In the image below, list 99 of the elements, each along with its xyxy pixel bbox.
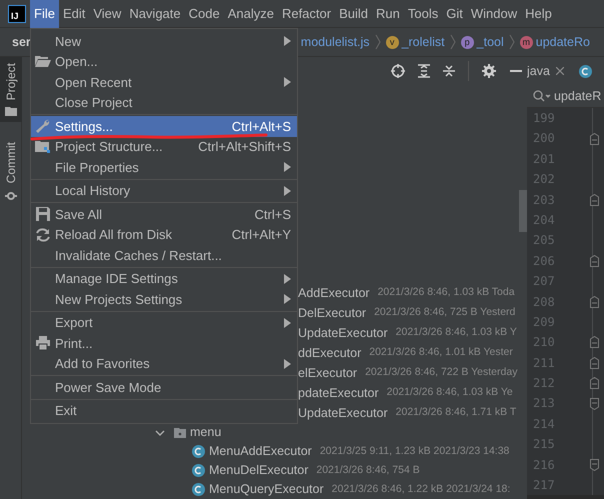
- breadcrumb-link[interactable]: _tool: [476, 32, 504, 52]
- menu-bar-item[interactable]: Window: [466, 0, 522, 28]
- fold-icon: [590, 194, 599, 206]
- fold-icon: [590, 296, 599, 308]
- symbol-badge: m: [520, 36, 533, 48]
- menu-item[interactable]: Project Structure... Ctrl+Alt+Shift+S: [31, 136, 297, 157]
- class-icon: [192, 464, 205, 477]
- shortcut-label: Ctrl+Alt+S: [232, 118, 291, 136]
- class-icon: [192, 445, 205, 458]
- collapse-all-icon: [443, 64, 455, 78]
- fold-icon: [590, 377, 599, 390]
- menu-item[interactable]: File Properties: [31, 157, 297, 178]
- menu-item[interactable]: Exit: [31, 400, 297, 421]
- fold-icon: [590, 458, 599, 471]
- file-details: 2021/3/26 8:46, 1.03 kB Y: [396, 325, 517, 340]
- expand-all-icon: [418, 64, 430, 78]
- menu-bar-item[interactable]: Git: [442, 0, 467, 28]
- menu-bar-item[interactable]: Build: [335, 0, 372, 28]
- shortcut-label: Ctrl+Alt+Shift+S: [198, 138, 291, 156]
- save-icon: [35, 206, 51, 222]
- menu-item[interactable]: Close Project: [31, 92, 297, 113]
- menu-item[interactable]: Power Save Mode: [31, 377, 297, 398]
- menu-bar-item[interactable]: File: [30, 0, 59, 28]
- fold-icon: [590, 398, 599, 410]
- settings-icon: [482, 64, 496, 78]
- tree-item-name[interactable]: ddExecutor: [298, 344, 362, 362]
- fold-icon: [590, 132, 599, 145]
- file-details: 2021/3/25 9:11, 1.23 kB 2021/3/23 14:38: [320, 444, 510, 459]
- tree-item-name[interactable]: MenuDelExecutor: [209, 461, 308, 480]
- menu-bar-item[interactable]: Edit: [58, 0, 90, 28]
- shortcut-label: Ctrl+Alt+Y: [232, 226, 291, 244]
- tree-item-name[interactable]: menu: [190, 423, 222, 442]
- menu-item[interactable]: Print...: [31, 333, 297, 354]
- menu-item[interactable]: Invalidate Caches / Restart...: [31, 245, 297, 266]
- file-details: 2021/3/26 8:46, 1.03 kB Ye: [386, 385, 513, 400]
- menu-item[interactable]: New Projects Settings: [31, 289, 297, 310]
- menu-item[interactable]: Local History: [31, 180, 297, 201]
- class-icon: [192, 483, 205, 496]
- tree-item-name[interactable]: UpdateExecutor: [298, 404, 388, 422]
- file-details: 2021/3/26 8:46, 1.71 kB T: [396, 405, 516, 420]
- menu-item[interactable]: Settings... Ctrl+Alt+S: [31, 116, 297, 136]
- chevron-icon: [374, 34, 381, 50]
- tree-item-name[interactable]: AddExecutor: [298, 284, 370, 302]
- chevron-icon: [508, 34, 515, 50]
- close-icon: [556, 67, 564, 75]
- menu-bar-item[interactable]: Tools: [404, 0, 442, 28]
- menu-bar-item[interactable]: Analyze: [224, 0, 278, 28]
- breadcrumb-link[interactable]: updateRo: [536, 32, 590, 52]
- menu-bar-item[interactable]: Code: [184, 0, 224, 28]
- tool-window-tab[interactable]: Project: [0, 57, 22, 122]
- fold-icon: [590, 336, 599, 348]
- symbol-badge: p: [460, 36, 474, 48]
- fold-icon: [590, 356, 599, 369]
- menu-item[interactable]: New: [31, 31, 297, 52]
- app-logo: IJ: [8, 4, 26, 22]
- tree-item-name[interactable]: pdateExecutor: [298, 384, 379, 402]
- file-details: 2021/3/26 8:46, 725 B Yesterd: [374, 305, 516, 320]
- search-icon: [533, 90, 551, 102]
- file-details: 2021/3/26 8:46, 722 B Yesterday: [365, 365, 518, 380]
- breadcrumb-link[interactable]: _rolelist: [402, 32, 445, 52]
- chevron-icon: [450, 34, 456, 50]
- menu-bar-item[interactable]: Run: [372, 0, 404, 28]
- folder-icon: [5, 106, 17, 116]
- symbol-badge: v: [386, 36, 399, 48]
- fold-icon: [590, 254, 599, 267]
- tree-item-name[interactable]: UpdateExecutor: [298, 324, 388, 342]
- folder-icon: [174, 428, 186, 438]
- menu-item[interactable]: Add to Favorites: [31, 354, 297, 374]
- menu-item[interactable]: Export: [31, 312, 297, 333]
- folder-icon: [35, 54, 51, 70]
- tool-window-tab[interactable]: Commit: [0, 136, 22, 208]
- menu-item[interactable]: Open Recent: [31, 72, 297, 92]
- menu-item[interactable]: Save All Ctrl+S: [31, 204, 297, 224]
- wrench-icon: [35, 118, 51, 134]
- file-details: 2021/3/26 8:46, 754 B: [316, 462, 420, 478]
- tree-item-name[interactable]: MenuQueryExecutor: [209, 480, 324, 499]
- shortcut-label: Ctrl+S: [254, 206, 291, 224]
- menu-bar-item[interactable]: View: [89, 0, 126, 28]
- project-name: ser: [11, 34, 31, 51]
- folder-icon: [35, 138, 51, 155]
- menu-bar-item[interactable]: Refactor: [278, 0, 336, 28]
- menu-item[interactable]: Manage IDE Settings: [31, 268, 297, 289]
- tree-item-name[interactable]: elExecutor: [298, 364, 358, 382]
- commit-icon: [5, 190, 17, 202]
- class-icon: [578, 64, 592, 78]
- menu-item[interactable]: Reload All from Disk Ctrl+Alt+Y: [31, 224, 297, 245]
- file-details: 2021/3/26 8:46, 1.01 kB Yester: [369, 345, 513, 360]
- menu-bar-item[interactable]: Help: [521, 0, 556, 28]
- printer-icon: [35, 335, 51, 352]
- menu-bar-item[interactable]: Navigate: [125, 0, 185, 28]
- scrollbar-thumb[interactable]: [519, 190, 527, 232]
- reload-icon: [35, 226, 51, 243]
- locate-icon: [391, 64, 405, 78]
- file-details: 2021/3/26 8:46, 1.03 kB Toda: [378, 285, 515, 300]
- breadcrumb-link[interactable]: modulelist.js: [300, 32, 370, 52]
- file-details: 2021/3/26 8:46, 1.22 kB 2021/3/24 18:: [332, 482, 510, 497]
- menu-item[interactable]: Open...: [31, 52, 297, 72]
- tree-item-name[interactable]: DelExecutor: [298, 304, 366, 322]
- tree-item-name[interactable]: MenuAddExecutor: [209, 442, 312, 461]
